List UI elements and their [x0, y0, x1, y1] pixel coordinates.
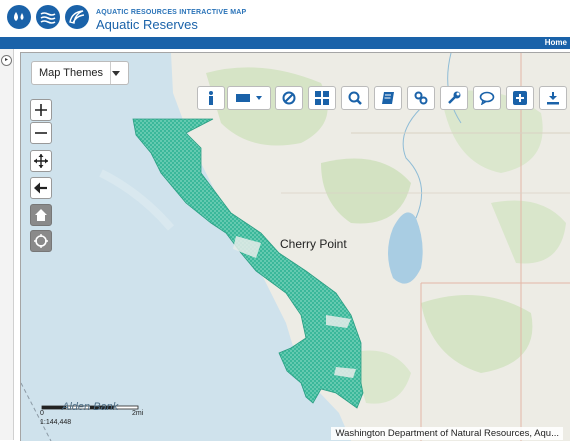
download-icon [547, 92, 559, 105]
book-icon [382, 92, 394, 104]
nav-bar: Home [0, 37, 570, 49]
home-icon [35, 209, 47, 221]
water-drop-icon [7, 5, 31, 29]
comment-button[interactable] [473, 86, 501, 110]
plus-icon [35, 104, 47, 116]
waves-icon [36, 5, 60, 29]
speech-bubble-icon [479, 91, 495, 105]
info-icon [209, 91, 213, 105]
locate-button[interactable] [30, 230, 52, 252]
app-subtitle: AQUATIC RESOURCES INTERACTIVE MAP [96, 9, 247, 16]
rectangle-icon [236, 94, 262, 102]
link-button[interactable] [407, 86, 435, 110]
bookmarks-button[interactable] [374, 86, 402, 110]
map-themes-label: Map Themes [32, 62, 111, 84]
draw-button[interactable] [227, 86, 271, 110]
home-link[interactable]: Home [545, 37, 567, 49]
move-arrows-icon [34, 154, 48, 168]
app-title: Aquatic Reserves [96, 17, 198, 32]
arrow-left-icon [34, 182, 47, 194]
identify-button[interactable] [197, 86, 225, 110]
map-view[interactable]: Cherry Point Alden Bank 0 2mi 1:144,448 … [20, 52, 570, 441]
app-header: AQUATIC RESOURCES INTERACTIVE MAP Aquati… [0, 0, 570, 36]
side-panel-collapsed: ▸ [0, 49, 14, 440]
scale-start: 0 [40, 410, 44, 417]
zoom-in-button[interactable] [30, 99, 52, 121]
pan-button[interactable] [30, 150, 52, 172]
plus-square-icon [513, 91, 527, 105]
expand-panel-icon[interactable]: ▸ [1, 55, 12, 66]
download-button[interactable] [539, 86, 567, 110]
map-attribution: Washington Department of Natural Resourc… [331, 427, 563, 440]
chevron-down-icon[interactable] [112, 71, 120, 76]
add-data-button[interactable] [506, 86, 534, 110]
minus-icon [35, 132, 47, 134]
back-button[interactable] [30, 177, 52, 199]
zoom-out-button[interactable] [30, 122, 52, 144]
basemap-button[interactable] [308, 86, 336, 110]
grid-icon [315, 91, 329, 105]
map-themes-dropdown[interactable]: Map Themes [31, 61, 129, 85]
wave-icon [65, 5, 89, 29]
clear-button[interactable] [275, 86, 303, 110]
scale-ratio: 1:144,448 [40, 419, 72, 426]
tools-button[interactable] [440, 86, 468, 110]
magnifier-icon [348, 91, 362, 105]
home-extent-button[interactable] [30, 204, 52, 226]
water-label-alden-bank: Alden Bank [62, 401, 119, 413]
chain-link-icon [414, 91, 428, 105]
scale-end: 2mi [132, 410, 144, 417]
place-label-cherry-point: Cherry Point [280, 237, 347, 251]
wrench-icon [448, 91, 461, 104]
search-button[interactable] [341, 86, 369, 110]
crosshair-icon [34, 234, 48, 248]
no-symbol-icon [282, 91, 296, 105]
